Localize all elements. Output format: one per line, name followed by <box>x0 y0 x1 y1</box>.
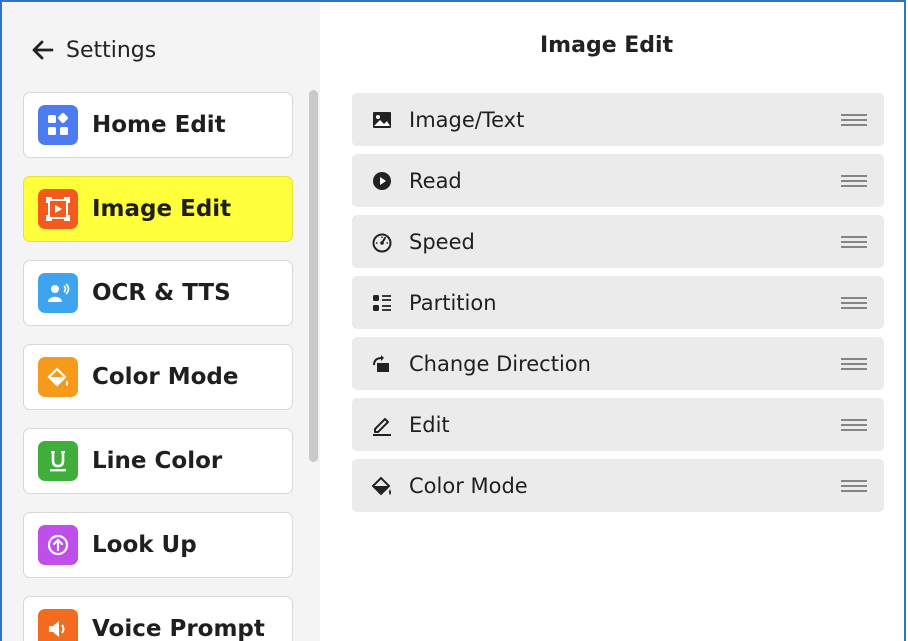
toolbar-item-label: Image/Text <box>409 107 525 132</box>
drag-handle-icon[interactable] <box>841 418 867 432</box>
settings-title: Settings <box>66 37 157 63</box>
sidebar-item-label: Voice Prompt <box>92 616 265 641</box>
toolbar-item-speed[interactable]: Speed <box>352 215 884 268</box>
back-button[interactable]: Settings <box>30 32 156 68</box>
sidebar-item-line-color[interactable]: Line Color <box>23 428 293 494</box>
sidebar-item-color-mode[interactable]: Color Mode <box>23 344 293 410</box>
image-frame-icon <box>38 189 78 229</box>
list-partition-icon <box>369 290 395 316</box>
sidebar-item-label: Home Edit <box>92 112 226 138</box>
drag-handle-icon[interactable] <box>841 235 867 249</box>
ocr-tts-icon <box>38 273 78 313</box>
underline-icon <box>38 441 78 481</box>
drag-handle-icon[interactable] <box>841 296 867 310</box>
sidebar-item-label: Image Edit <box>92 196 232 222</box>
sidebar-item-look-up[interactable]: Look Up <box>23 512 293 578</box>
drag-handle-icon[interactable] <box>841 113 867 127</box>
sidebar-item-home-edit[interactable]: Home Edit <box>23 92 293 158</box>
paint-bucket-icon <box>369 473 395 499</box>
drag-handle-icon[interactable] <box>841 357 867 371</box>
sidebar-item-ocr-tts[interactable]: OCR & TTS <box>23 260 293 326</box>
toolbar-item-change-direction[interactable]: Change Direction <box>352 337 884 390</box>
sidebar-item-voice-prompt[interactable]: Voice Prompt <box>23 596 293 641</box>
grid-icon <box>38 105 78 145</box>
arrow-up-circle-icon <box>38 525 78 565</box>
toolbar-item-label: Edit <box>409 412 450 437</box>
sidebar-item-label: OCR & TTS <box>92 280 231 306</box>
image-icon <box>369 107 395 133</box>
drag-handle-icon[interactable] <box>841 174 867 188</box>
paint-bucket-icon <box>38 357 78 397</box>
drag-handle-icon[interactable] <box>841 479 867 493</box>
arrow-left-icon <box>32 40 54 60</box>
toolbar-item-color-mode[interactable]: Color Mode <box>352 459 884 512</box>
toolbar-item-read[interactable]: Read <box>352 154 884 207</box>
pencil-icon <box>369 412 395 438</box>
settings-sidebar: Settings Home Edit Image Edit OCR & TTS … <box>2 2 320 641</box>
page-title: Image Edit <box>540 33 674 58</box>
toolbar-item-image-text[interactable]: Image/Text <box>352 93 884 146</box>
sidebar-item-label: Color Mode <box>92 364 239 390</box>
sidebar-item-label: Look Up <box>92 532 197 558</box>
toolbar-item-label: Change Direction <box>409 351 591 376</box>
toolbar-item-label: Partition <box>409 290 497 315</box>
speaker-icon <box>38 609 78 641</box>
rotate-icon <box>369 351 395 377</box>
sidebar-item-label: Line Color <box>92 448 223 474</box>
toolbar-item-edit[interactable]: Edit <box>352 398 884 451</box>
toolbar-item-label: Color Mode <box>409 473 528 498</box>
toolbar-item-label: Read <box>409 168 462 193</box>
sidebar-scrollbar[interactable] <box>309 90 318 462</box>
play-circle-icon <box>369 168 395 194</box>
toolbar-item-partition[interactable]: Partition <box>352 276 884 329</box>
sidebar-item-image-edit[interactable]: Image Edit <box>23 176 293 242</box>
speedometer-icon <box>369 229 395 255</box>
toolbar-item-label: Speed <box>409 229 475 254</box>
